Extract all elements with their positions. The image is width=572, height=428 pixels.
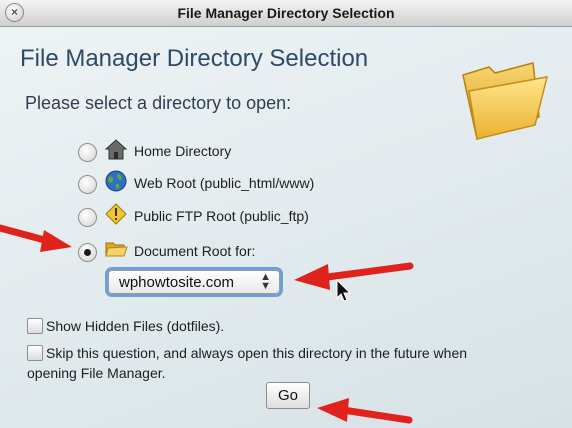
window-titlebar: × File Manager Directory Selection <box>0 0 572 27</box>
skip-question-checkbox[interactable] <box>27 345 43 361</box>
show-hidden-checkbox[interactable] <box>27 318 43 334</box>
annotation-arrow-icon <box>317 398 413 424</box>
radio-home-directory[interactable] <box>78 143 97 162</box>
radio-web-root[interactable] <box>78 175 97 194</box>
skip-question-label: Skip this question, and always open this… <box>46 345 468 361</box>
domain-select-value: wphowtosite.com <box>119 274 235 291</box>
option-label: Home Directory <box>134 143 232 159</box>
globe-icon <box>105 170 127 192</box>
go-button[interactable]: Go <box>266 382 310 409</box>
window-title: File Manager Directory Selection <box>177 5 395 21</box>
option-label: Document Root for: <box>134 243 256 259</box>
ftp-warning-icon <box>105 203 127 225</box>
dialog-panel: File Manager Directory Selection Please … <box>0 27 572 428</box>
dialog-prompt: Please select a directory to open: <box>25 93 292 113</box>
updown-chevron-icon: ▲ ▼ <box>260 271 271 292</box>
radio-public-ftp-root[interactable] <box>78 208 97 227</box>
option-label: Web Root (public_html/www) <box>134 175 315 191</box>
option-label: Public FTP Root (public_ftp) <box>134 208 309 224</box>
show-hidden-label: Show Hidden Files (dotfiles). <box>46 318 225 334</box>
annotation-arrow-icon <box>294 262 414 290</box>
folder-icon <box>462 62 549 140</box>
domain-select[interactable]: wphowtosite.com ▲ ▼ <box>108 270 280 294</box>
folder-icon <box>105 242 128 257</box>
house-icon <box>104 139 128 160</box>
mouse-cursor-icon <box>336 279 352 302</box>
radio-document-root[interactable] <box>78 243 97 262</box>
dialog-heading: File Manager Directory Selection <box>20 45 369 72</box>
annotation-arrow-icon <box>0 224 72 252</box>
skip-question-label-cont: opening File Manager. <box>27 365 166 381</box>
